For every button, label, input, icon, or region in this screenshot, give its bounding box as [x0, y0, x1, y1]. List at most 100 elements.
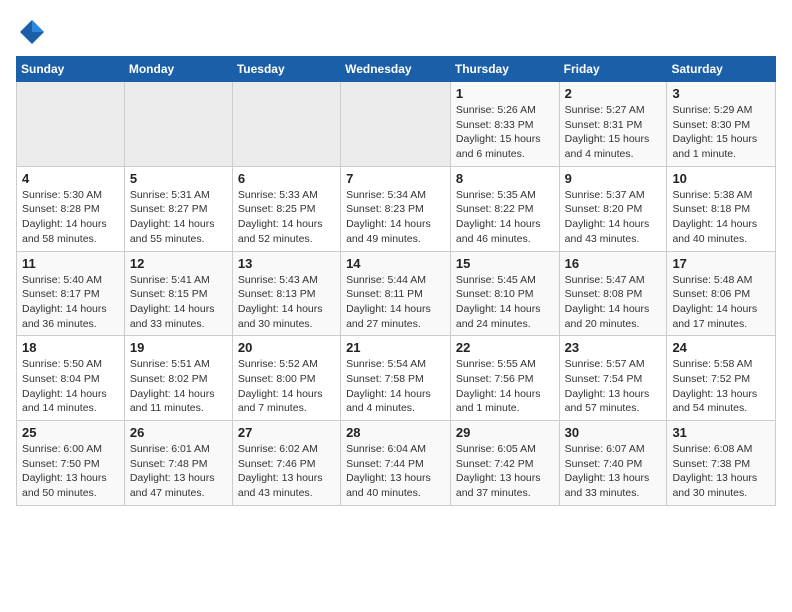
- day-number: 21: [346, 340, 445, 355]
- day-number: 27: [238, 425, 335, 440]
- calendar-cell: [124, 82, 232, 167]
- day-info: Sunrise: 5:27 AMSunset: 8:31 PMDaylight:…: [565, 103, 662, 162]
- calendar-cell: 24 Sunrise: 5:58 AMSunset: 7:52 PMDayligh…: [667, 336, 776, 421]
- day-info: Sunrise: 6:05 AMSunset: 7:42 PMDaylight:…: [456, 442, 554, 501]
- calendar-cell: 4 Sunrise: 5:30 AMSunset: 8:28 PMDaylight…: [17, 166, 125, 251]
- calendar-cell: 13 Sunrise: 5:43 AMSunset: 8:13 PMDayligh…: [232, 251, 340, 336]
- day-info: Sunrise: 5:40 AMSunset: 8:17 PMDaylight:…: [22, 273, 119, 332]
- day-number: 19: [130, 340, 227, 355]
- weekday-header: Friday: [559, 57, 667, 82]
- day-info: Sunrise: 6:00 AMSunset: 7:50 PMDaylight:…: [22, 442, 119, 501]
- calendar-cell: 15 Sunrise: 5:45 AMSunset: 8:10 PMDayligh…: [450, 251, 559, 336]
- calendar-cell: 27 Sunrise: 6:02 AMSunset: 7:46 PMDayligh…: [232, 421, 340, 506]
- day-info: Sunrise: 5:41 AMSunset: 8:15 PMDaylight:…: [130, 273, 227, 332]
- calendar-cell: 2 Sunrise: 5:27 AMSunset: 8:31 PMDaylight…: [559, 82, 667, 167]
- weekday-header-row: SundayMondayTuesdayWednesdayThursdayFrid…: [17, 57, 776, 82]
- calendar-week-row: 4 Sunrise: 5:30 AMSunset: 8:28 PMDaylight…: [17, 166, 776, 251]
- day-number: 23: [565, 340, 662, 355]
- day-info: Sunrise: 6:07 AMSunset: 7:40 PMDaylight:…: [565, 442, 662, 501]
- day-number: 5: [130, 171, 227, 186]
- day-number: 8: [456, 171, 554, 186]
- calendar-cell: 29 Sunrise: 6:05 AMSunset: 7:42 PMDayligh…: [450, 421, 559, 506]
- day-info: Sunrise: 5:43 AMSunset: 8:13 PMDaylight:…: [238, 273, 335, 332]
- day-info: Sunrise: 5:44 AMSunset: 8:11 PMDaylight:…: [346, 273, 445, 332]
- day-info: Sunrise: 5:35 AMSunset: 8:22 PMDaylight:…: [456, 188, 554, 247]
- calendar-week-row: 25 Sunrise: 6:00 AMSunset: 7:50 PMDayligh…: [17, 421, 776, 506]
- day-info: Sunrise: 5:31 AMSunset: 8:27 PMDaylight:…: [130, 188, 227, 247]
- calendar-cell: 31Sunrise: 6:08 AMSunset: 7:38 PMDayligh…: [667, 421, 776, 506]
- day-number: 22: [456, 340, 554, 355]
- calendar-cell: 14 Sunrise: 5:44 AMSunset: 8:11 PMDayligh…: [341, 251, 451, 336]
- day-number: 15: [456, 256, 554, 271]
- calendar-cell: 18 Sunrise: 5:50 AMSunset: 8:04 PMDayligh…: [17, 336, 125, 421]
- calendar-cell: 9Sunrise: 5:37 AMSunset: 8:20 PMDaylight…: [559, 166, 667, 251]
- calendar-cell: 5 Sunrise: 5:31 AMSunset: 8:27 PMDaylight…: [124, 166, 232, 251]
- weekday-header: Thursday: [450, 57, 559, 82]
- calendar-cell: 25 Sunrise: 6:00 AMSunset: 7:50 PMDayligh…: [17, 421, 125, 506]
- calendar-cell: 21Sunrise: 5:54 AMSunset: 7:58 PMDayligh…: [341, 336, 451, 421]
- day-number: 30: [565, 425, 662, 440]
- day-number: 29: [456, 425, 554, 440]
- day-info: Sunrise: 5:29 AMSunset: 8:30 PMDaylight:…: [672, 103, 770, 162]
- day-number: 4: [22, 171, 119, 186]
- day-info: Sunrise: 5:30 AMSunset: 8:28 PMDaylight:…: [22, 188, 119, 247]
- day-number: 6: [238, 171, 335, 186]
- day-info: Sunrise: 5:38 AMSunset: 8:18 PMDaylight:…: [672, 188, 770, 247]
- day-info: Sunrise: 6:08 AMSunset: 7:38 PMDaylight:…: [672, 442, 770, 501]
- calendar-week-row: 18 Sunrise: 5:50 AMSunset: 8:04 PMDayligh…: [17, 336, 776, 421]
- calendar-cell: 20 Sunrise: 5:52 AMSunset: 8:00 PMDayligh…: [232, 336, 340, 421]
- day-info: Sunrise: 5:58 AMSunset: 7:52 PMDaylight:…: [672, 357, 770, 416]
- day-info: Sunrise: 6:01 AMSunset: 7:48 PMDaylight:…: [130, 442, 227, 501]
- day-number: 25: [22, 425, 119, 440]
- calendar-cell: [17, 82, 125, 167]
- day-number: 10: [672, 171, 770, 186]
- day-info: Sunrise: 5:26 AMSunset: 8:33 PMDaylight:…: [456, 103, 554, 162]
- day-info: Sunrise: 5:48 AMSunset: 8:06 PMDaylight:…: [672, 273, 770, 332]
- calendar-cell: 7 Sunrise: 5:34 AMSunset: 8:23 PMDaylight…: [341, 166, 451, 251]
- day-info: Sunrise: 6:02 AMSunset: 7:46 PMDaylight:…: [238, 442, 335, 501]
- day-number: 12: [130, 256, 227, 271]
- day-number: 28: [346, 425, 445, 440]
- calendar-cell: 26Sunrise: 6:01 AMSunset: 7:48 PMDayligh…: [124, 421, 232, 506]
- calendar-cell: 3 Sunrise: 5:29 AMSunset: 8:30 PMDaylight…: [667, 82, 776, 167]
- calendar-cell: 1 Sunrise: 5:26 AMSunset: 8:33 PMDaylight…: [450, 82, 559, 167]
- calendar-cell: 12 Sunrise: 5:41 AMSunset: 8:15 PMDayligh…: [124, 251, 232, 336]
- calendar-cell: 16 Sunrise: 5:47 AMSunset: 8:08 PMDayligh…: [559, 251, 667, 336]
- logo: [16, 16, 52, 48]
- day-info: Sunrise: 5:47 AMSunset: 8:08 PMDaylight:…: [565, 273, 662, 332]
- day-number: 17: [672, 256, 770, 271]
- day-info: Sunrise: 5:33 AMSunset: 8:25 PMDaylight:…: [238, 188, 335, 247]
- day-number: 16: [565, 256, 662, 271]
- calendar-week-row: 1 Sunrise: 5:26 AMSunset: 8:33 PMDaylight…: [17, 82, 776, 167]
- header: [16, 16, 776, 48]
- calendar-cell: 10 Sunrise: 5:38 AMSunset: 8:18 PMDayligh…: [667, 166, 776, 251]
- day-number: 24: [672, 340, 770, 355]
- day-number: 11: [22, 256, 119, 271]
- day-info: Sunrise: 5:51 AMSunset: 8:02 PMDaylight:…: [130, 357, 227, 416]
- day-number: 7: [346, 171, 445, 186]
- day-number: 1: [456, 86, 554, 101]
- day-number: 14: [346, 256, 445, 271]
- weekday-header: Tuesday: [232, 57, 340, 82]
- calendar-cell: [232, 82, 340, 167]
- day-number: 3: [672, 86, 770, 101]
- logo-icon: [16, 16, 48, 48]
- day-info: Sunrise: 5:50 AMSunset: 8:04 PMDaylight:…: [22, 357, 119, 416]
- weekday-header: Monday: [124, 57, 232, 82]
- day-number: 2: [565, 86, 662, 101]
- day-info: Sunrise: 5:45 AMSunset: 8:10 PMDaylight:…: [456, 273, 554, 332]
- calendar-cell: 28 Sunrise: 6:04 AMSunset: 7:44 PMDayligh…: [341, 421, 451, 506]
- calendar-cell: 8 Sunrise: 5:35 AMSunset: 8:22 PMDaylight…: [450, 166, 559, 251]
- day-number: 18: [22, 340, 119, 355]
- weekday-header: Saturday: [667, 57, 776, 82]
- day-number: 13: [238, 256, 335, 271]
- day-info: Sunrise: 5:57 AMSunset: 7:54 PMDaylight:…: [565, 357, 662, 416]
- day-info: Sunrise: 5:55 AMSunset: 7:56 PMDaylight:…: [456, 357, 554, 416]
- day-info: Sunrise: 5:37 AMSunset: 8:20 PMDaylight:…: [565, 188, 662, 247]
- calendar-cell: 19 Sunrise: 5:51 AMSunset: 8:02 PMDayligh…: [124, 336, 232, 421]
- day-info: Sunrise: 6:04 AMSunset: 7:44 PMDaylight:…: [346, 442, 445, 501]
- calendar-cell: 17 Sunrise: 5:48 AMSunset: 8:06 PMDayligh…: [667, 251, 776, 336]
- day-number: 20: [238, 340, 335, 355]
- day-info: Sunrise: 5:52 AMSunset: 8:00 PMDaylight:…: [238, 357, 335, 416]
- day-info: Sunrise: 5:34 AMSunset: 8:23 PMDaylight:…: [346, 188, 445, 247]
